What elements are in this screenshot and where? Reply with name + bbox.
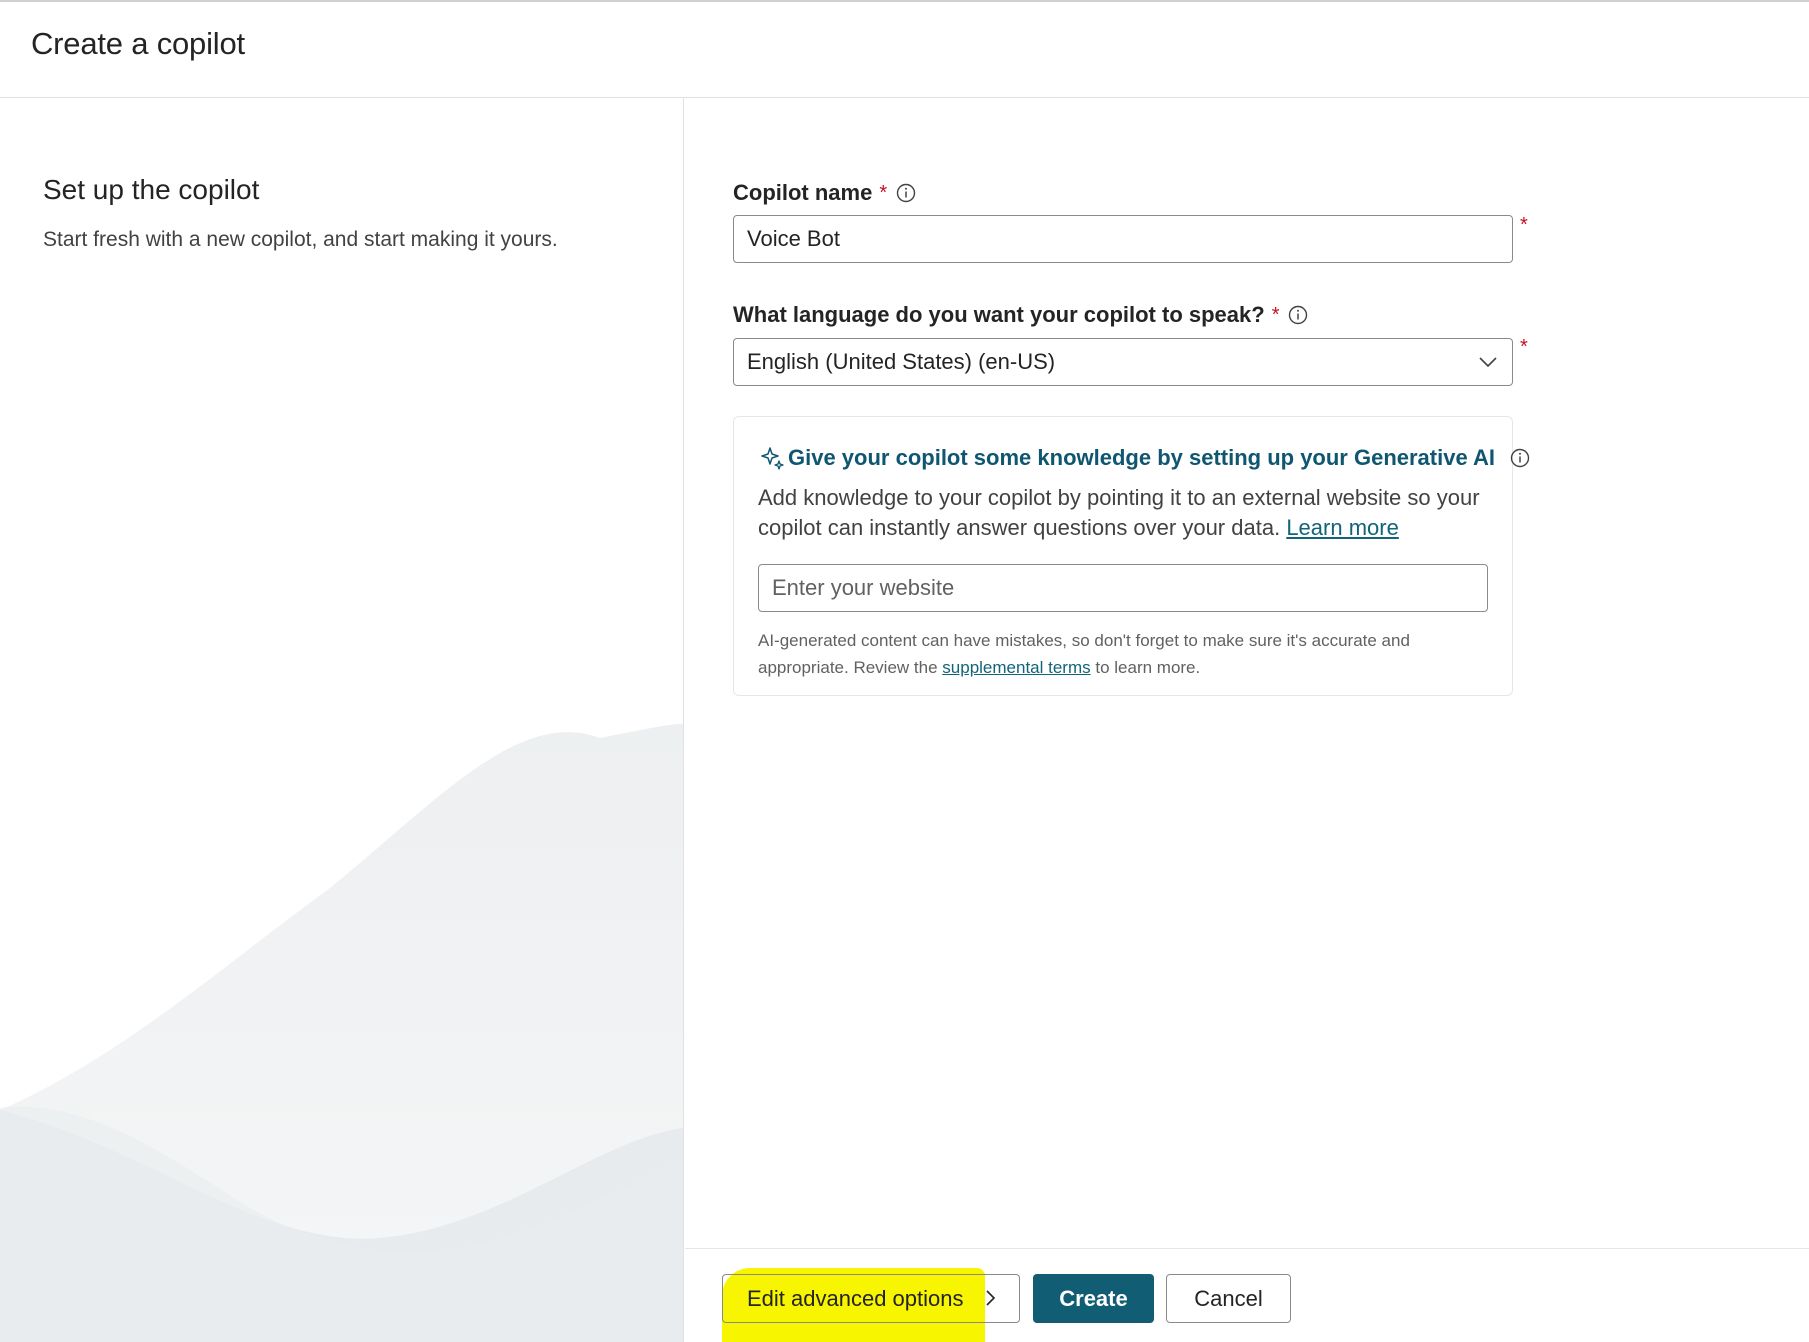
generative-ai-description: Add knowledge to your copilot by pointin… — [758, 483, 1488, 543]
info-icon[interactable] — [895, 183, 916, 204]
section-subtitle: Start fresh with a new copilot, and star… — [43, 228, 558, 251]
info-icon[interactable] — [1288, 305, 1309, 326]
ai-disclaimer: AI-generated content can have mistakes, … — [758, 627, 1488, 681]
page-header: Create a copilot — [0, 2, 1809, 98]
cancel-button[interactable]: Cancel — [1166, 1274, 1291, 1323]
chevron-right-icon — [986, 1290, 996, 1306]
create-button[interactable]: Create — [1033, 1274, 1154, 1323]
required-marker: * — [1271, 303, 1280, 326]
supplemental-terms-link[interactable]: supplemental terms — [942, 658, 1090, 677]
chevron-down-icon — [1479, 357, 1497, 368]
required-marker: * — [1520, 214, 1528, 236]
intro-panel: Set up the copilot Start fresh with a ne… — [0, 98, 684, 1342]
language-label: What language do you want your copilot t… — [733, 302, 1309, 328]
language-dropdown[interactable]: English (United States) (en-US) — [733, 338, 1513, 386]
info-icon[interactable] — [1509, 448, 1530, 469]
generative-ai-title-text: Give your copilot some knowledge by sett… — [788, 445, 1495, 470]
required-marker: * — [1520, 336, 1528, 358]
edit-advanced-options-button[interactable]: Edit advanced options — [722, 1274, 1020, 1323]
required-marker: * — [879, 181, 888, 204]
generative-ai-title: Give your copilot some knowledge by sett… — [760, 445, 1530, 471]
language-label-text: What language do you want your copilot t… — [733, 302, 1265, 327]
copilot-name-label-text: Copilot name — [733, 180, 873, 205]
section-title: Set up the copilot — [43, 174, 260, 205]
copilot-name-input[interactable]: Voice Bot — [733, 215, 1513, 263]
page-title: Create a copilot — [31, 26, 245, 61]
footer-divider — [685, 1248, 1809, 1249]
generative-ai-card: Give your copilot some knowledge by sett… — [733, 416, 1529, 696]
language-selected-value: English (United States) (en-US) — [747, 349, 1056, 374]
learn-more-link[interactable]: Learn more — [1286, 515, 1399, 540]
copilot-name-label: Copilot name * — [733, 180, 916, 206]
decorative-waves — [0, 723, 683, 1342]
website-input[interactable]: Enter your website — [758, 564, 1488, 612]
sparkle-icon — [761, 447, 784, 470]
disclaimer-text-after: to learn more. — [1095, 658, 1201, 677]
edit-advanced-options-label: Edit advanced options — [747, 1285, 964, 1311]
